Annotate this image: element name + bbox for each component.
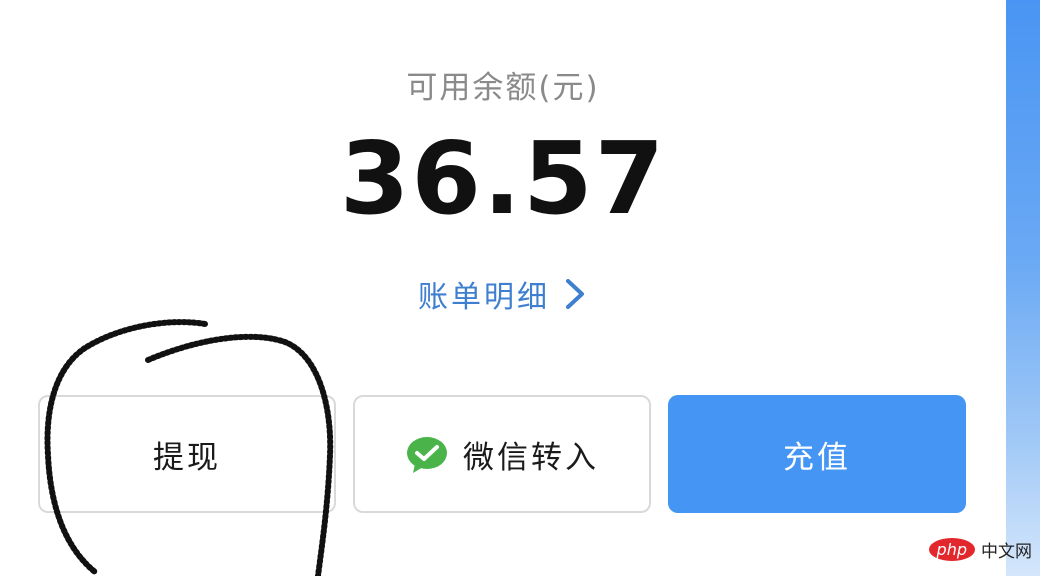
balance-label: 可用余额(元) bbox=[406, 70, 600, 106]
site-watermark: php 中文网 bbox=[928, 537, 1032, 562]
wechat-icon bbox=[407, 437, 447, 473]
recharge-label: 充值 bbox=[783, 439, 851, 476]
wechat-transfer-button[interactable]: 微信转入 bbox=[353, 395, 651, 513]
balance-amount: 36.57 bbox=[339, 120, 667, 237]
watermark-site-text: 中文网 bbox=[981, 542, 1032, 562]
recharge-button[interactable]: 充值 bbox=[668, 395, 966, 513]
php-logo: php bbox=[928, 538, 975, 561]
bill-details-label: 账单明细 bbox=[418, 280, 550, 315]
bill-details-link[interactable]: 账单明细 bbox=[0, 272, 1006, 316]
wallet-screen: 可用余额(元) 36.57 账单明细 提现 微信转入 充值 php 中文网 bbox=[0, 0, 1040, 576]
withdraw-label: 提现 bbox=[153, 439, 221, 476]
chevron-right-icon bbox=[566, 279, 584, 309]
withdraw-button[interactable]: 提现 bbox=[38, 395, 336, 513]
wechat-transfer-label: 微信转入 bbox=[463, 439, 599, 476]
